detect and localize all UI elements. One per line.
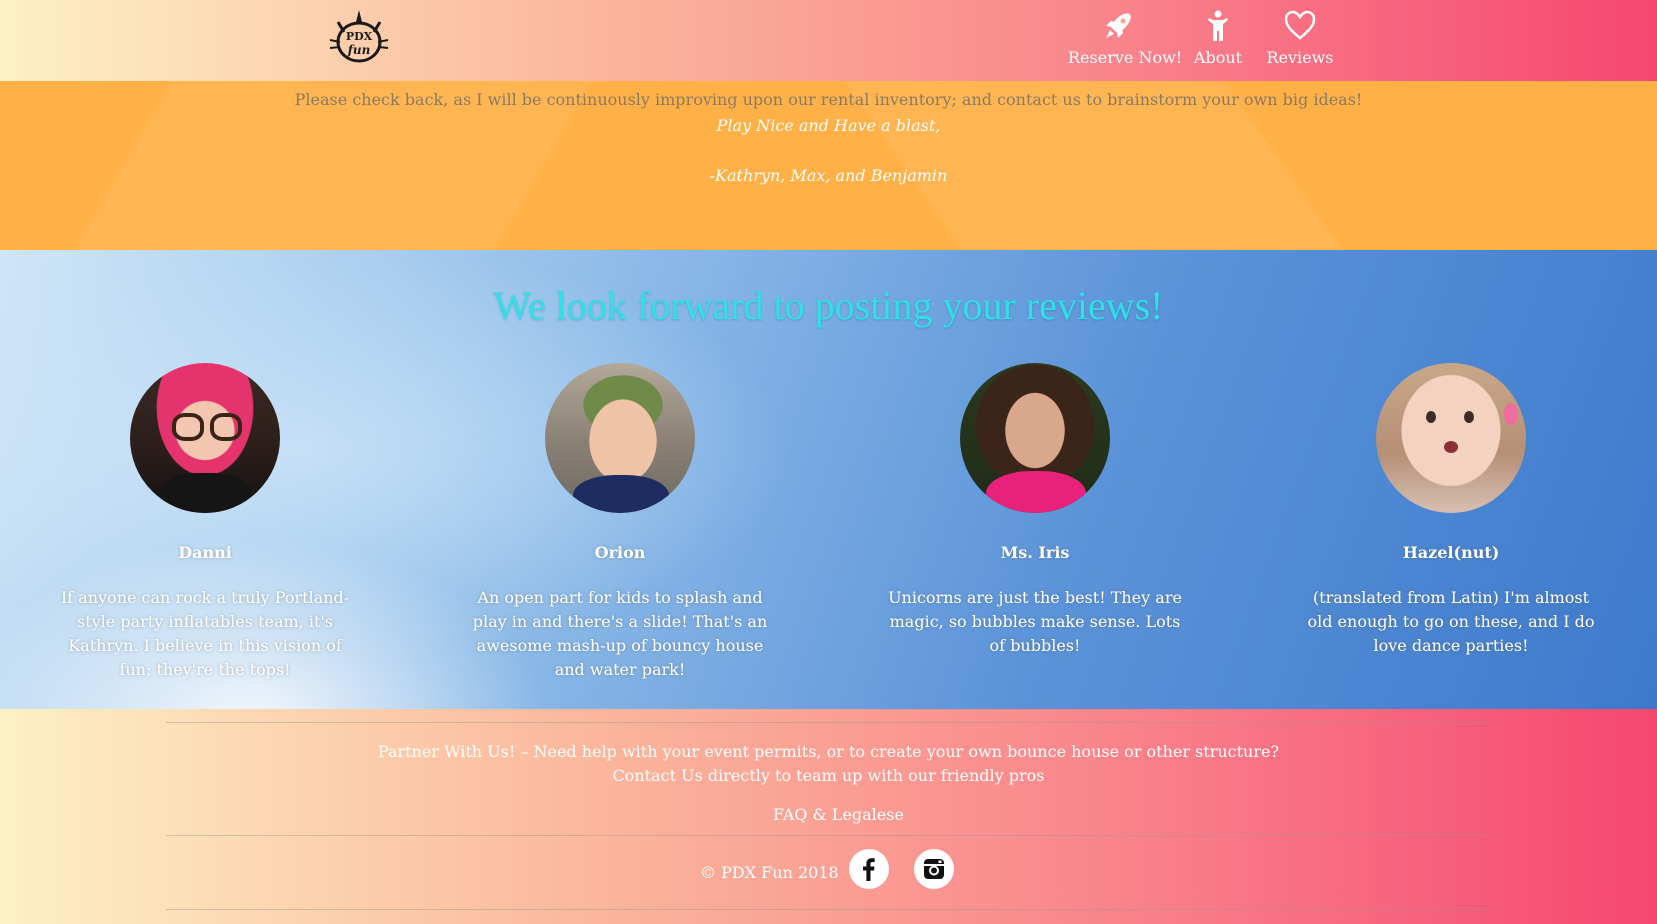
- review-text: Unicorns are just the best! They are mag…: [888, 588, 1182, 655]
- reviewer-name: Orion: [594, 543, 646, 562]
- divider: [166, 909, 1490, 910]
- reviewer-name: Danni: [178, 543, 232, 562]
- pdx-fun-logo[interactable]: PDX fun: [328, 8, 390, 64]
- eye-shape: [1426, 411, 1436, 423]
- shirt-shape: [986, 471, 1086, 513]
- review-card: Danni If anyone can rock a truly Portlan…: [50, 363, 360, 682]
- reviews-heading: We look forward to posting your reviews!: [493, 283, 1164, 328]
- review-card: Orion An open part for kids to splash an…: [465, 363, 775, 682]
- reviewer-avatar: [960, 363, 1110, 513]
- instagram-button[interactable]: [914, 849, 954, 889]
- review-card: Hazel(nut) (translated from Latin) I'm a…: [1296, 363, 1606, 658]
- review-text: (translated from Latin) I'm almost old e…: [1307, 588, 1595, 655]
- nav-about[interactable]: About: [1190, 10, 1246, 72]
- site-footer: Partner With Us! – Need help with your e…: [0, 709, 1657, 924]
- copyright-text: © PDX Fun 2018: [700, 863, 839, 882]
- reviewer-name: Ms. Iris: [1000, 543, 1070, 562]
- nav-reserve-now[interactable]: Reserve Now!: [1068, 10, 1183, 72]
- svg-text:fun: fun: [347, 43, 371, 57]
- heart-icon: [1265, 10, 1335, 42]
- reviewer-avatar: [545, 363, 695, 513]
- mouth-shape: [1444, 441, 1458, 453]
- contact-us-link[interactable]: Contact Us directly to team up with our …: [0, 766, 1657, 785]
- divider: [166, 835, 1490, 836]
- shirt-shape: [160, 473, 250, 513]
- rocket-icon: [1068, 10, 1168, 42]
- shirt-shape: [573, 475, 669, 513]
- person-icon: [1190, 10, 1246, 42]
- signature-names: -Kathryn, Max, and Benjamin: [709, 166, 948, 185]
- nav-label: Reviews: [1266, 48, 1334, 67]
- sign-off: Play Nice and Have a blast,: [716, 116, 941, 135]
- review-text: An open part for kids to splash and play…: [472, 588, 768, 679]
- nav-reviews[interactable]: Reviews: [1265, 10, 1335, 72]
- glasses-shape: [210, 413, 242, 441]
- nav-label: About: [1193, 48, 1243, 67]
- inventory-message: Please check back, as I will be continuo…: [294, 90, 1363, 109]
- divider: [166, 722, 1490, 723]
- toy-shape: [1504, 403, 1518, 425]
- nav-label: Reserve Now!: [1068, 48, 1183, 67]
- reviewer-avatar: [130, 363, 280, 513]
- instagram-icon: [924, 859, 944, 879]
- site-header: PDX fun Reserve Now! About Reviews: [0, 0, 1657, 81]
- review-card: Ms. Iris Unicorns are just the best! The…: [880, 363, 1190, 658]
- eye-shape: [1464, 411, 1474, 423]
- faq-link[interactable]: FAQ & Legalese: [773, 805, 904, 824]
- message-band: Please check back, as I will be continuo…: [0, 81, 1657, 250]
- reviews-section: We look forward to posting your reviews!…: [0, 250, 1657, 709]
- review-text: If anyone can rock a truly Portland-styl…: [60, 588, 350, 679]
- svg-text:PDX: PDX: [346, 30, 373, 43]
- reviewer-avatar: [1376, 363, 1526, 513]
- facebook-icon: [863, 858, 875, 881]
- reviewer-name: Hazel(nut): [1402, 543, 1500, 562]
- facebook-button[interactable]: [849, 849, 889, 889]
- partner-message: Partner With Us! – Need help with your e…: [377, 742, 1280, 761]
- glasses-shape: [172, 413, 204, 441]
